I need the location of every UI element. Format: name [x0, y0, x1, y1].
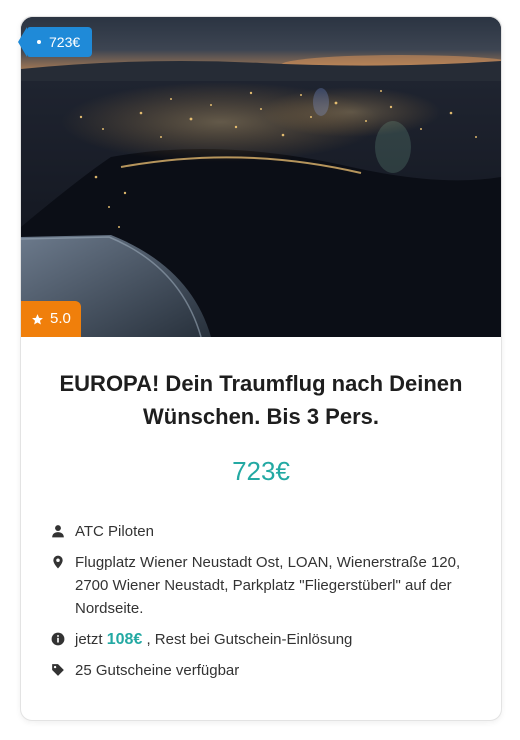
tag-icon: [52, 664, 64, 676]
product-photo[interactable]: [21, 17, 501, 337]
night-flight-photo: [21, 17, 501, 337]
payment-suffix: , Rest bei Gutschein-Einlösung: [146, 631, 353, 648]
provider-name: ATC Piloten: [75, 523, 154, 540]
payment-row: jetzt 108€ , Rest bei Gutschein-Einlösun…: [51, 628, 481, 651]
map-pin-icon: [53, 555, 63, 569]
star-icon: [32, 313, 43, 324]
product-title[interactable]: EUROPA! Dein Traumflug nach Deinen Wünsc…: [51, 367, 471, 433]
location-address: Flugplatz Wiener Neustadt Ost, LOAN, Wie…: [75, 554, 461, 617]
payment-amount: 108€: [106, 631, 143, 648]
rating-value: 5.0: [50, 310, 71, 327]
rating-badge: 5.0: [21, 301, 81, 337]
location-row: Flugplatz Wiener Neustadt Ost, LOAN, Wie…: [51, 551, 481, 620]
product-card[interactable]: 723€ 5.0 EUROPA! Dein Traumflug nach Dei…: [17, 16, 502, 721]
provider-row: ATC Piloten: [51, 520, 481, 543]
availability-row: 25 Gutscheine verfügbar: [51, 659, 481, 682]
tag-hole-dot: [37, 40, 41, 44]
payment-prefix: jetzt: [75, 631, 103, 648]
price-tag-label: 723€: [49, 34, 81, 50]
product-info-list: ATC Piloten Flugplatz Wiener Neustadt Os…: [51, 520, 481, 690]
payment-info: jetzt 108€ , Rest bei Gutschein-Einlösun…: [75, 628, 352, 651]
info-circle-icon: [51, 632, 65, 646]
user-icon: [52, 525, 64, 538]
availability-count: 25 Gutscheine verfügbar: [75, 662, 240, 679]
price-tag-badge[interactable]: 723€: [17, 27, 93, 57]
product-price: 723€: [232, 456, 290, 486]
